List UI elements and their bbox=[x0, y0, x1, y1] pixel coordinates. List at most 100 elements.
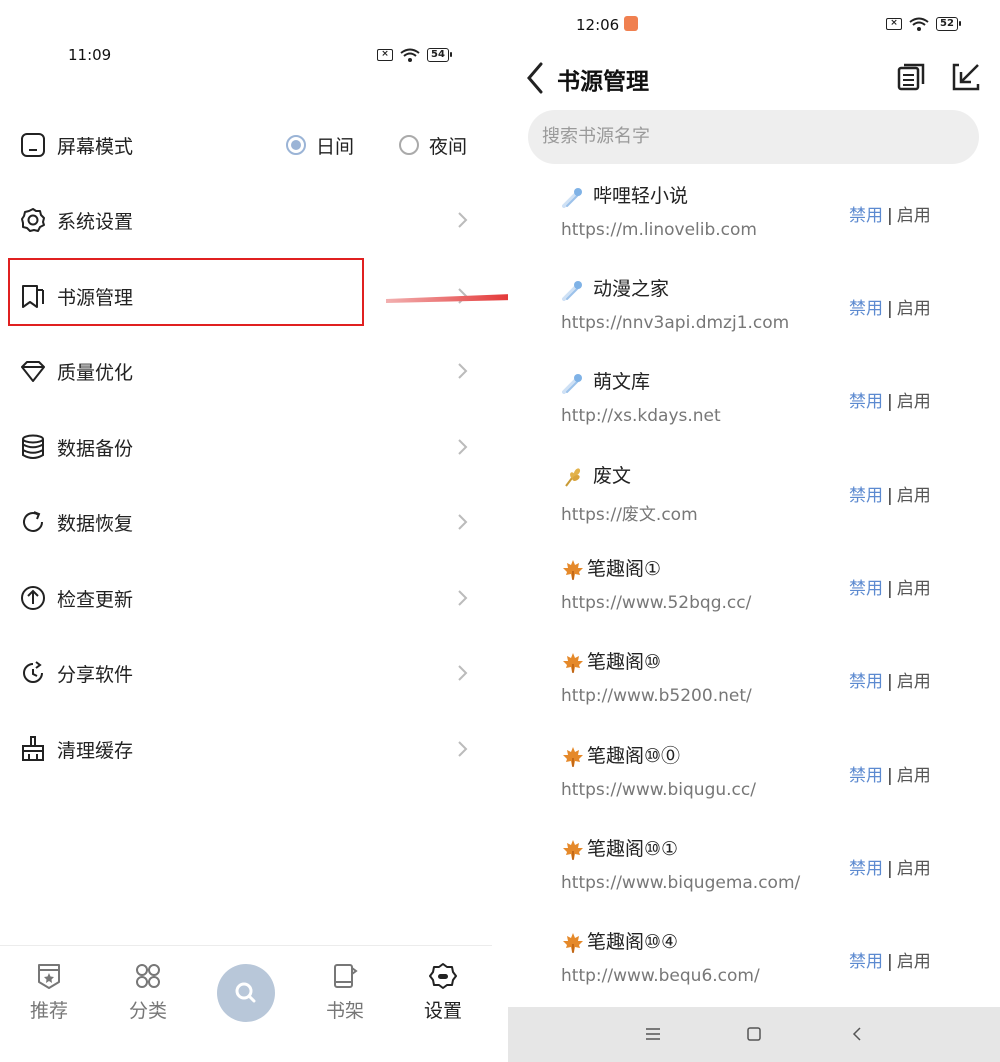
disable-button[interactable]: 禁用 bbox=[849, 206, 883, 226]
status-time: 12:06 bbox=[576, 16, 620, 34]
status-time: 11:09 bbox=[68, 46, 112, 64]
comet-icon bbox=[562, 279, 584, 301]
source-item[interactable]: 笔趣阁⑩ http://www.b5200.net/禁用 | 启用 bbox=[508, 650, 1000, 743]
nav-label: 书架 bbox=[325, 1000, 364, 1022]
chevron-right-icon bbox=[458, 514, 468, 530]
night-radio[interactable] bbox=[399, 135, 419, 155]
highlight-box bbox=[8, 258, 364, 326]
book-icon bbox=[334, 964, 358, 988]
menu-system-settings[interactable]: 系统设置 bbox=[0, 190, 492, 250]
settings-icon bbox=[429, 963, 457, 989]
upload-circle-icon bbox=[21, 586, 45, 610]
nav-label: 推荐 bbox=[29, 1000, 68, 1022]
source-name: 萌文库 bbox=[593, 371, 651, 393]
battery-icon: 54 bbox=[427, 48, 452, 62]
day-radio[interactable] bbox=[286, 135, 306, 155]
status-icons: × 54 bbox=[377, 48, 452, 62]
enable-button[interactable]: 启用 bbox=[897, 672, 931, 692]
ops-separator: | bbox=[887, 206, 893, 226]
source-ops: 禁用 | 启用 bbox=[849, 294, 931, 319]
source-item[interactable]: 动漫之家 https://nnv3api.dmzj1.com 禁用 | 启用 bbox=[508, 277, 1000, 370]
status-icons: × 52 bbox=[886, 17, 961, 31]
menu-label: 数据备份 bbox=[57, 437, 134, 460]
back-icon[interactable] bbox=[850, 1026, 864, 1042]
source-url: https://nnv3api.dmzj1.com bbox=[561, 313, 790, 333]
menu-label: 数据恢复 bbox=[57, 512, 134, 535]
disable-button[interactable]: 禁用 bbox=[849, 299, 883, 319]
enable-button[interactable]: 启用 bbox=[897, 206, 931, 226]
day-mode-option[interactable]: 日间 bbox=[286, 132, 354, 159]
enable-button[interactable]: 启用 bbox=[897, 392, 931, 412]
enable-button[interactable]: 启用 bbox=[897, 579, 931, 599]
menu-label: 质量优化 bbox=[57, 361, 134, 384]
menu-clear-cache[interactable]: 清理缓存 bbox=[0, 719, 492, 779]
disable-button[interactable]: 禁用 bbox=[849, 486, 883, 506]
nav-category[interactable]: 分类 bbox=[108, 962, 188, 1023]
menu-label: 分享软件 bbox=[57, 663, 134, 686]
source-name: 笔趣阁① bbox=[587, 558, 662, 580]
enable-button[interactable]: 启用 bbox=[897, 299, 931, 319]
menu-screen-mode: 屏幕模式 日间 夜间 bbox=[0, 115, 492, 175]
enable-button[interactable]: 启用 bbox=[897, 486, 931, 506]
enable-button[interactable]: 启用 bbox=[897, 766, 931, 786]
nav-recommend[interactable]: 推荐 bbox=[9, 962, 89, 1023]
enable-button[interactable]: 启用 bbox=[897, 859, 931, 879]
source-url: https://www.52bqg.cc/ bbox=[561, 593, 752, 613]
list-icon[interactable] bbox=[897, 63, 925, 91]
menu-share[interactable]: 分享软件 bbox=[0, 643, 492, 703]
source-url: https://废文.com bbox=[561, 505, 698, 525]
menu-label: 清理缓存 bbox=[57, 739, 134, 762]
notification-icon bbox=[624, 16, 638, 31]
source-item[interactable]: 萌文库 http://xs.kdays.net 禁用 | 启用 bbox=[508, 370, 1000, 463]
comet-icon bbox=[562, 372, 584, 394]
enable-button[interactable]: 启用 bbox=[897, 952, 931, 972]
ops-separator: | bbox=[887, 486, 893, 506]
source-ops: 禁用 | 启用 bbox=[849, 947, 931, 972]
grid-icon bbox=[136, 964, 160, 988]
bottom-nav: 推荐 分类 书架 设置 bbox=[0, 945, 492, 1062]
search-button[interactable] bbox=[217, 964, 275, 1022]
disable-button[interactable]: 禁用 bbox=[849, 766, 883, 786]
disable-button[interactable]: 禁用 bbox=[849, 672, 883, 692]
menu-icon[interactable] bbox=[645, 1026, 661, 1042]
back-arrow-icon[interactable] bbox=[525, 62, 545, 94]
menu-backup[interactable]: 数据备份 bbox=[0, 417, 492, 477]
disable-button[interactable]: 禁用 bbox=[849, 859, 883, 879]
menu-restore[interactable]: 数据恢复 bbox=[0, 492, 492, 552]
source-item[interactable]: 哔哩轻小说 https://m.linovelib.com 禁用 | 启用 bbox=[508, 184, 1000, 277]
menu-label: 检查更新 bbox=[57, 588, 134, 611]
nav-bookshelf[interactable]: 书架 bbox=[305, 962, 385, 1023]
maple-leaf-icon bbox=[562, 559, 584, 581]
source-item[interactable]: 笔趣阁① https://www.52bqg.cc/禁用 | 启用 bbox=[508, 557, 1000, 650]
comet-icon bbox=[562, 186, 584, 208]
disable-button[interactable]: 禁用 bbox=[849, 952, 883, 972]
ops-separator: | bbox=[887, 392, 893, 412]
import-icon[interactable] bbox=[951, 62, 981, 92]
broom-icon bbox=[22, 736, 44, 761]
search-icon bbox=[235, 982, 256, 1003]
source-item[interactable]: 废文 https://废文.com 禁用 | 启用 bbox=[508, 464, 1000, 557]
source-name: 笔趣阁⑩④ bbox=[587, 931, 679, 953]
source-url: http://www.bequ6.com/ bbox=[561, 966, 760, 986]
night-label: 夜间 bbox=[429, 135, 468, 158]
maple-leaf-icon bbox=[562, 839, 584, 861]
wifi-icon bbox=[909, 17, 929, 31]
maple-leaf-icon bbox=[562, 932, 584, 954]
menu-check-update[interactable]: 检查更新 bbox=[0, 568, 492, 628]
no-sim-icon: × bbox=[377, 49, 393, 61]
menu-label: 系统设置 bbox=[57, 210, 134, 233]
disable-button[interactable]: 禁用 bbox=[849, 392, 883, 412]
source-item[interactable]: 笔趣阁⑩⓪ https://www.biqugu.cc/禁用 | 启用 bbox=[508, 744, 1000, 837]
source-item[interactable]: 笔趣阁⑩① https://www.biqugema.com/禁用 | 启用 bbox=[508, 837, 1000, 930]
search-input[interactable]: 搜索书源名字 bbox=[528, 110, 979, 164]
home-icon[interactable] bbox=[746, 1026, 762, 1042]
night-mode-option[interactable]: 夜间 bbox=[399, 132, 467, 159]
refresh-icon bbox=[23, 511, 43, 532]
screen-icon bbox=[21, 133, 45, 157]
chevron-right-icon bbox=[458, 741, 468, 757]
diamond-icon bbox=[21, 361, 45, 382]
menu-quality[interactable]: 质量优化 bbox=[0, 341, 492, 401]
nav-settings[interactable]: 设置 bbox=[403, 962, 483, 1023]
disable-button[interactable]: 禁用 bbox=[849, 579, 883, 599]
ops-separator: | bbox=[887, 859, 893, 879]
